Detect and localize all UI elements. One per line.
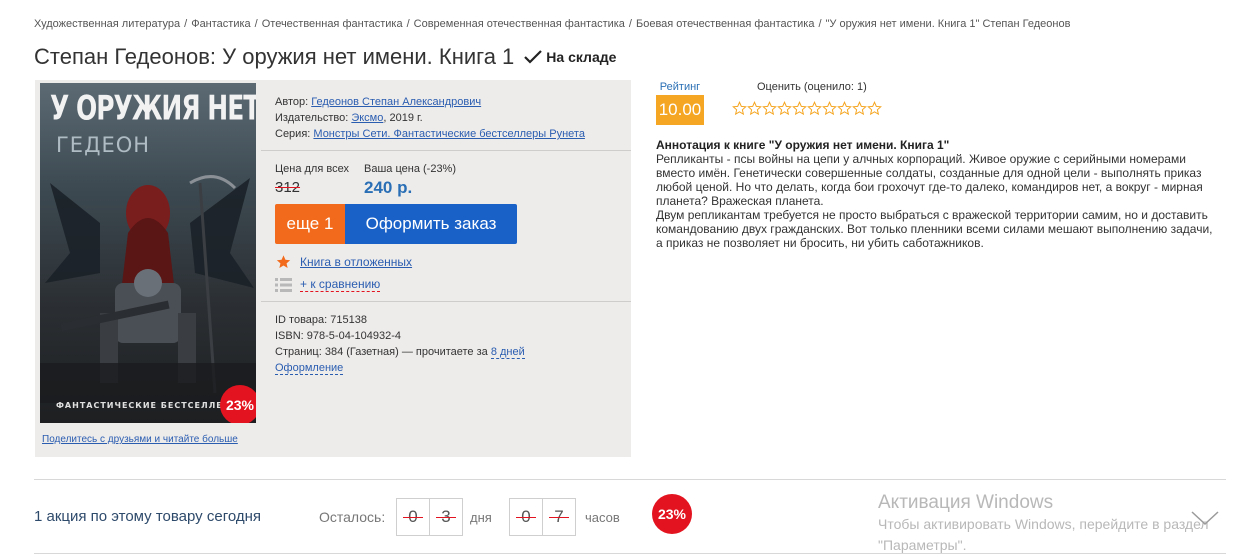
breadcrumb-link[interactable]: Художественная литература (34, 18, 180, 30)
remain-label: Осталось: (319, 509, 386, 525)
author-link[interactable]: Гедеонов Степан Александрович (311, 96, 481, 108)
windows-activation-text: Чтобы активировать Windows, перейдите в … (878, 516, 1209, 532)
cover-author: ГЕДЕОН (56, 133, 151, 157)
breadcrumb-link[interactable]: Отечественная фантастика (262, 18, 403, 30)
publisher-row: Издательство: Эксмо, 2019 г. (275, 110, 617, 126)
breadcrumb-link[interactable]: Боевая отечественная фантастика (636, 18, 814, 30)
rating-star-icon[interactable] (732, 101, 747, 116)
cover-title: У ОРУЖИЯ НЕТ ИМЕНИ (50, 88, 256, 128)
compare-label: + к сравнению (300, 277, 381, 292)
design-link[interactable]: Оформление (275, 362, 344, 375)
countdown-digit: 0 (396, 498, 430, 536)
checkmark-icon (524, 50, 543, 64)
list-icon (275, 277, 292, 292)
discount-badge: 23% (220, 385, 256, 423)
stock-status: На складе (524, 49, 616, 65)
compare-link[interactable]: + к сравнению (275, 277, 381, 292)
pages-row: Страниц: 384 (Газетная) — прочитаете за … (275, 344, 525, 360)
rating-star-icon[interactable] (807, 101, 822, 116)
publisher-label: Издательство: (275, 112, 349, 124)
your-price: 240 р. (364, 178, 413, 197)
promo-text[interactable]: 1 акция по этому товару сегодня (34, 508, 261, 525)
your-price-label: Ваша цена (-23%) (364, 163, 457, 175)
rating-star-icon[interactable] (837, 101, 852, 116)
product-id: ID товара: 715138 (275, 314, 367, 326)
publisher-link[interactable]: Эксмо (351, 112, 383, 124)
rating-label: Рейтинг (659, 81, 701, 93)
series-label: Серия: (275, 128, 311, 140)
stock-label: На складе (546, 49, 617, 65)
countdown-digit: 0 (509, 498, 543, 536)
rating-star-icon[interactable] (777, 101, 792, 116)
rating-stars[interactable] (732, 101, 882, 116)
countdown-digit: 3 (429, 498, 463, 536)
in-cart-quantity-button[interactable]: еще 1 (275, 204, 345, 244)
rating-star-icon[interactable] (852, 101, 867, 116)
chevron-down-icon[interactable] (1190, 508, 1220, 530)
annotation-paragraph: Двум репликантам требуется не просто выб… (656, 208, 1213, 250)
rating-star-icon[interactable] (867, 101, 882, 116)
pages-text: Страниц: 384 (Газетная) — прочитаете за (275, 346, 491, 358)
wishlist-link[interactable]: Книга в отложенных (275, 254, 412, 270)
title-row: Степан Гедеонов: У оружия нет имени. Кни… (34, 44, 616, 70)
countdown-digit: 7 (542, 498, 576, 536)
cover-artwork (40, 175, 256, 403)
design-row: Оформление (275, 360, 525, 376)
rating-star-icon[interactable] (762, 101, 777, 116)
author-row: Автор: Гедеонов Степан Александрович (275, 94, 617, 110)
promo-discount-badge: 23% (652, 494, 692, 534)
breadcrumb-current: "У оружия нет имени. Книга 1" Степан Гед… (825, 18, 1071, 30)
days-label: дня (470, 510, 492, 525)
order-button[interactable]: Оформить заказ (345, 204, 517, 244)
divider (34, 479, 1226, 480)
cover-series: ФАНТАСТИЧЕСКИЕ БЕСТСЕЛЛЕРЫ (56, 401, 239, 410)
divider (34, 553, 1226, 554)
rating-value: 10.00 (656, 95, 704, 125)
book-cover[interactable]: У ОРУЖИЯ НЕТ ИМЕНИ ГЕДЕОН ФАНТАСТИЧЕСКИЕ… (40, 83, 256, 423)
rating-star-icon[interactable] (792, 101, 807, 116)
product-details: ID товара: 715138 ISBN: 978-5-04-104932-… (275, 312, 525, 376)
windows-activation-title: Активация Windows (878, 492, 1054, 513)
author-label: Автор: (275, 96, 309, 108)
share-link[interactable]: Поделитесь с друзьями и читайте больше (42, 434, 238, 445)
divider (261, 301, 631, 302)
wishlist-label: Книга в отложенных (300, 255, 413, 269)
star-icon (276, 255, 291, 268)
breadcrumb: Художественная литература / Фантастика / Оте… (34, 18, 1071, 30)
read-days-link[interactable]: 8 дней (490, 346, 525, 359)
windows-activation-text: "Параметры". (878, 537, 967, 553)
annotation-paragraph: Репликанты - псы войны на цепи у алчных … (656, 152, 1203, 208)
rating-star-icon[interactable] (822, 101, 837, 116)
book-meta: Автор: Гедеонов Степан Александрович Изд… (261, 80, 631, 142)
series-link[interactable]: Монстры Сети. Фантастические бестселлеры… (313, 128, 585, 140)
hours-label: часов (585, 510, 620, 525)
annotation: Аннотация к книге "У оружия нет имени. К… (656, 138, 1216, 250)
product-card: У ОРУЖИЯ НЕТ ИМЕНИ ГЕДЕОН ФАНТАСТИЧЕСКИЕ… (35, 80, 631, 457)
page-title: Степан Гедеонов: У оружия нет имени. Кни… (34, 44, 515, 69)
breadcrumb-link[interactable]: Фантастика (191, 18, 250, 30)
old-price: 312 (275, 179, 301, 196)
publish-year: , 2019 г. (383, 112, 423, 124)
rating-star-icon[interactable] (747, 101, 762, 116)
annotation-title: Аннотация к книге "У оружия нет имени. К… (656, 138, 950, 152)
breadcrumb-link[interactable]: Современная отечественная фантастика (414, 18, 625, 30)
series-row: Серия: Монстры Сети. Фантастические бест… (275, 126, 617, 142)
rate-label: Оценить (оценило: 1) (757, 81, 867, 93)
product-isbn: ISBN: 978-5-04-104932-4 (275, 330, 401, 342)
price-all-label: Цена для всех (275, 163, 349, 175)
divider (261, 150, 631, 151)
